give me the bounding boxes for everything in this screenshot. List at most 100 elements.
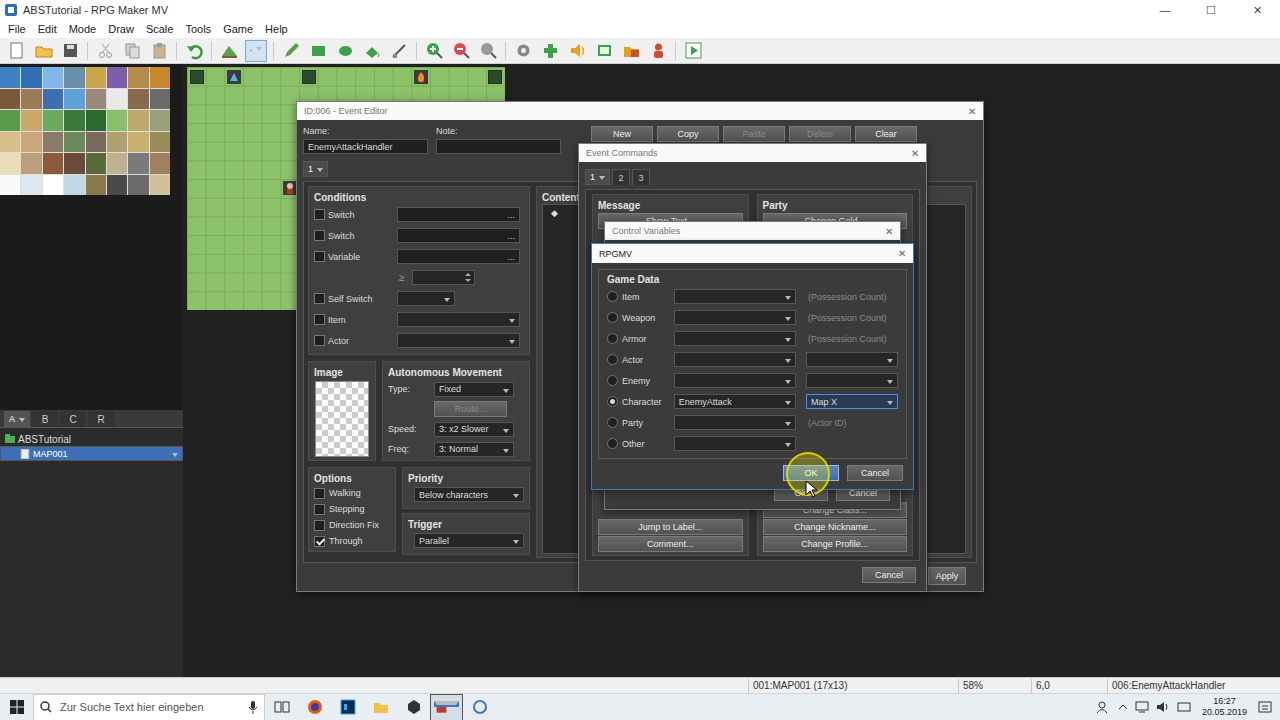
tile[interactable] [43, 89, 63, 110]
condition-field[interactable]: ... [397, 207, 520, 222]
tree-item[interactable]: ABSTutorial [0, 432, 183, 446]
notifications-icon[interactable] [1258, 700, 1272, 714]
tile[interactable] [86, 153, 106, 174]
option-row[interactable]: Stepping [314, 501, 390, 517]
window-titlebar[interactable]: Control Variables✕ [605, 222, 900, 240]
sound-button[interactable] [566, 40, 588, 62]
picker-button[interactable]: ... [507, 210, 515, 220]
tile[interactable] [128, 153, 148, 174]
menu-item[interactable]: Help [259, 23, 294, 35]
option-radio[interactable] [607, 312, 618, 323]
game-data-dropdown[interactable] [674, 331, 796, 346]
layer-tab[interactable]: C [60, 411, 86, 427]
game-data-dropdown[interactable] [674, 310, 796, 325]
option-radio[interactable] [607, 417, 618, 428]
tile[interactable] [64, 175, 84, 196]
condition-checkbox[interactable] [314, 314, 325, 325]
tile[interactable] [64, 89, 84, 110]
freq-dropdown[interactable]: 3: Normal [434, 442, 514, 457]
taskbar-app[interactable] [331, 694, 364, 720]
option-radio[interactable] [607, 375, 618, 386]
window-titlebar[interactable]: ID:006 - Event Editor✕ [297, 102, 983, 120]
tile[interactable] [128, 132, 148, 153]
tile[interactable] [43, 132, 63, 153]
command-button[interactable]: Change Profile... [763, 536, 908, 552]
tree-item[interactable]: MAP001 [0, 446, 183, 461]
tile[interactable] [150, 89, 170, 110]
game-data-dropdown[interactable] [674, 352, 796, 367]
tile[interactable] [150, 67, 170, 88]
page-button[interactable]: New [591, 126, 653, 142]
option-radio[interactable] [607, 354, 618, 365]
tile[interactable] [0, 153, 20, 174]
menu-item[interactable]: File [2, 23, 32, 35]
volume-icon[interactable] [1156, 700, 1170, 714]
priority-dropdown[interactable]: Below characters [414, 487, 524, 502]
chevron-icon[interactable] [1118, 702, 1128, 712]
tile[interactable] [0, 67, 20, 88]
command-button[interactable]: Change Nickname... [763, 519, 908, 535]
tile[interactable] [128, 89, 148, 110]
close-button[interactable]: ✕ [898, 248, 906, 259]
option-radio[interactable] [607, 291, 618, 302]
option-row[interactable]: Walking [314, 485, 390, 501]
condition-field[interactable]: ... [397, 249, 520, 264]
game-data-dropdown[interactable] [674, 289, 796, 304]
tile[interactable] [107, 110, 127, 131]
tile[interactable] [86, 132, 106, 153]
condition-dropdown[interactable] [397, 312, 520, 327]
menu-item[interactable]: Edit [32, 23, 63, 35]
tile[interactable] [128, 67, 148, 88]
copy-button[interactable] [121, 40, 143, 62]
database-button[interactable] [512, 40, 534, 62]
resource-manager-button[interactable] [620, 40, 642, 62]
condition-checkbox[interactable] [314, 335, 325, 346]
tile[interactable] [21, 110, 41, 131]
network-icon[interactable] [1135, 700, 1149, 714]
tile[interactable] [43, 110, 63, 131]
taskbar-app[interactable] [397, 694, 430, 720]
option-checkbox[interactable] [314, 520, 325, 531]
tile[interactable] [21, 153, 41, 174]
tile[interactable] [86, 67, 106, 88]
taskbar-app[interactable] [298, 694, 331, 720]
condition-dropdown[interactable] [397, 333, 520, 348]
page-button[interactable]: Copy [657, 126, 719, 142]
paste-button[interactable] [148, 40, 170, 62]
tile[interactable] [43, 175, 63, 196]
condition-field[interactable]: ... [397, 228, 520, 243]
fire-event-marker[interactable] [414, 70, 428, 84]
keyboard-icon[interactable] [1177, 700, 1191, 714]
event-marker[interactable] [190, 70, 204, 84]
close-button[interactable]: ✕ [911, 148, 919, 159]
window-titlebar[interactable]: RPGMV✕ [592, 244, 913, 263]
tile[interactable] [107, 132, 127, 153]
rectangle-button[interactable] [307, 40, 329, 62]
type-dropdown[interactable]: Fixed [434, 382, 514, 397]
option-radio[interactable] [607, 438, 618, 449]
window-titlebar[interactable]: Event Commands✕ [579, 144, 926, 162]
tile[interactable] [64, 153, 84, 174]
event-marker[interactable] [488, 70, 502, 84]
undo-button[interactable] [183, 40, 205, 62]
tile[interactable] [21, 132, 41, 153]
window-control[interactable]: ✕ [1234, 0, 1280, 20]
tile[interactable] [150, 153, 170, 174]
clock[interactable]: 16:2720.05.2019 [1198, 696, 1251, 718]
window-control[interactable]: ☐ [1188, 0, 1234, 20]
taskbar-app[interactable] [430, 694, 463, 720]
player-start-marker[interactable] [283, 181, 297, 195]
page-button[interactable]: Clear [855, 126, 917, 142]
cancel-button[interactable]: Cancel [847, 465, 903, 481]
option-checkbox[interactable] [314, 504, 325, 515]
tileset[interactable] [0, 67, 170, 195]
fill-button[interactable] [361, 40, 383, 62]
note-input[interactable] [436, 139, 561, 154]
page-tab[interactable]: 1 [585, 169, 610, 185]
tile[interactable] [21, 67, 41, 88]
open-folder-button[interactable] [32, 40, 54, 62]
event-marker[interactable] [302, 70, 316, 84]
tile[interactable] [0, 175, 20, 196]
tile[interactable] [43, 67, 63, 88]
close-button[interactable]: ✕ [885, 226, 893, 237]
